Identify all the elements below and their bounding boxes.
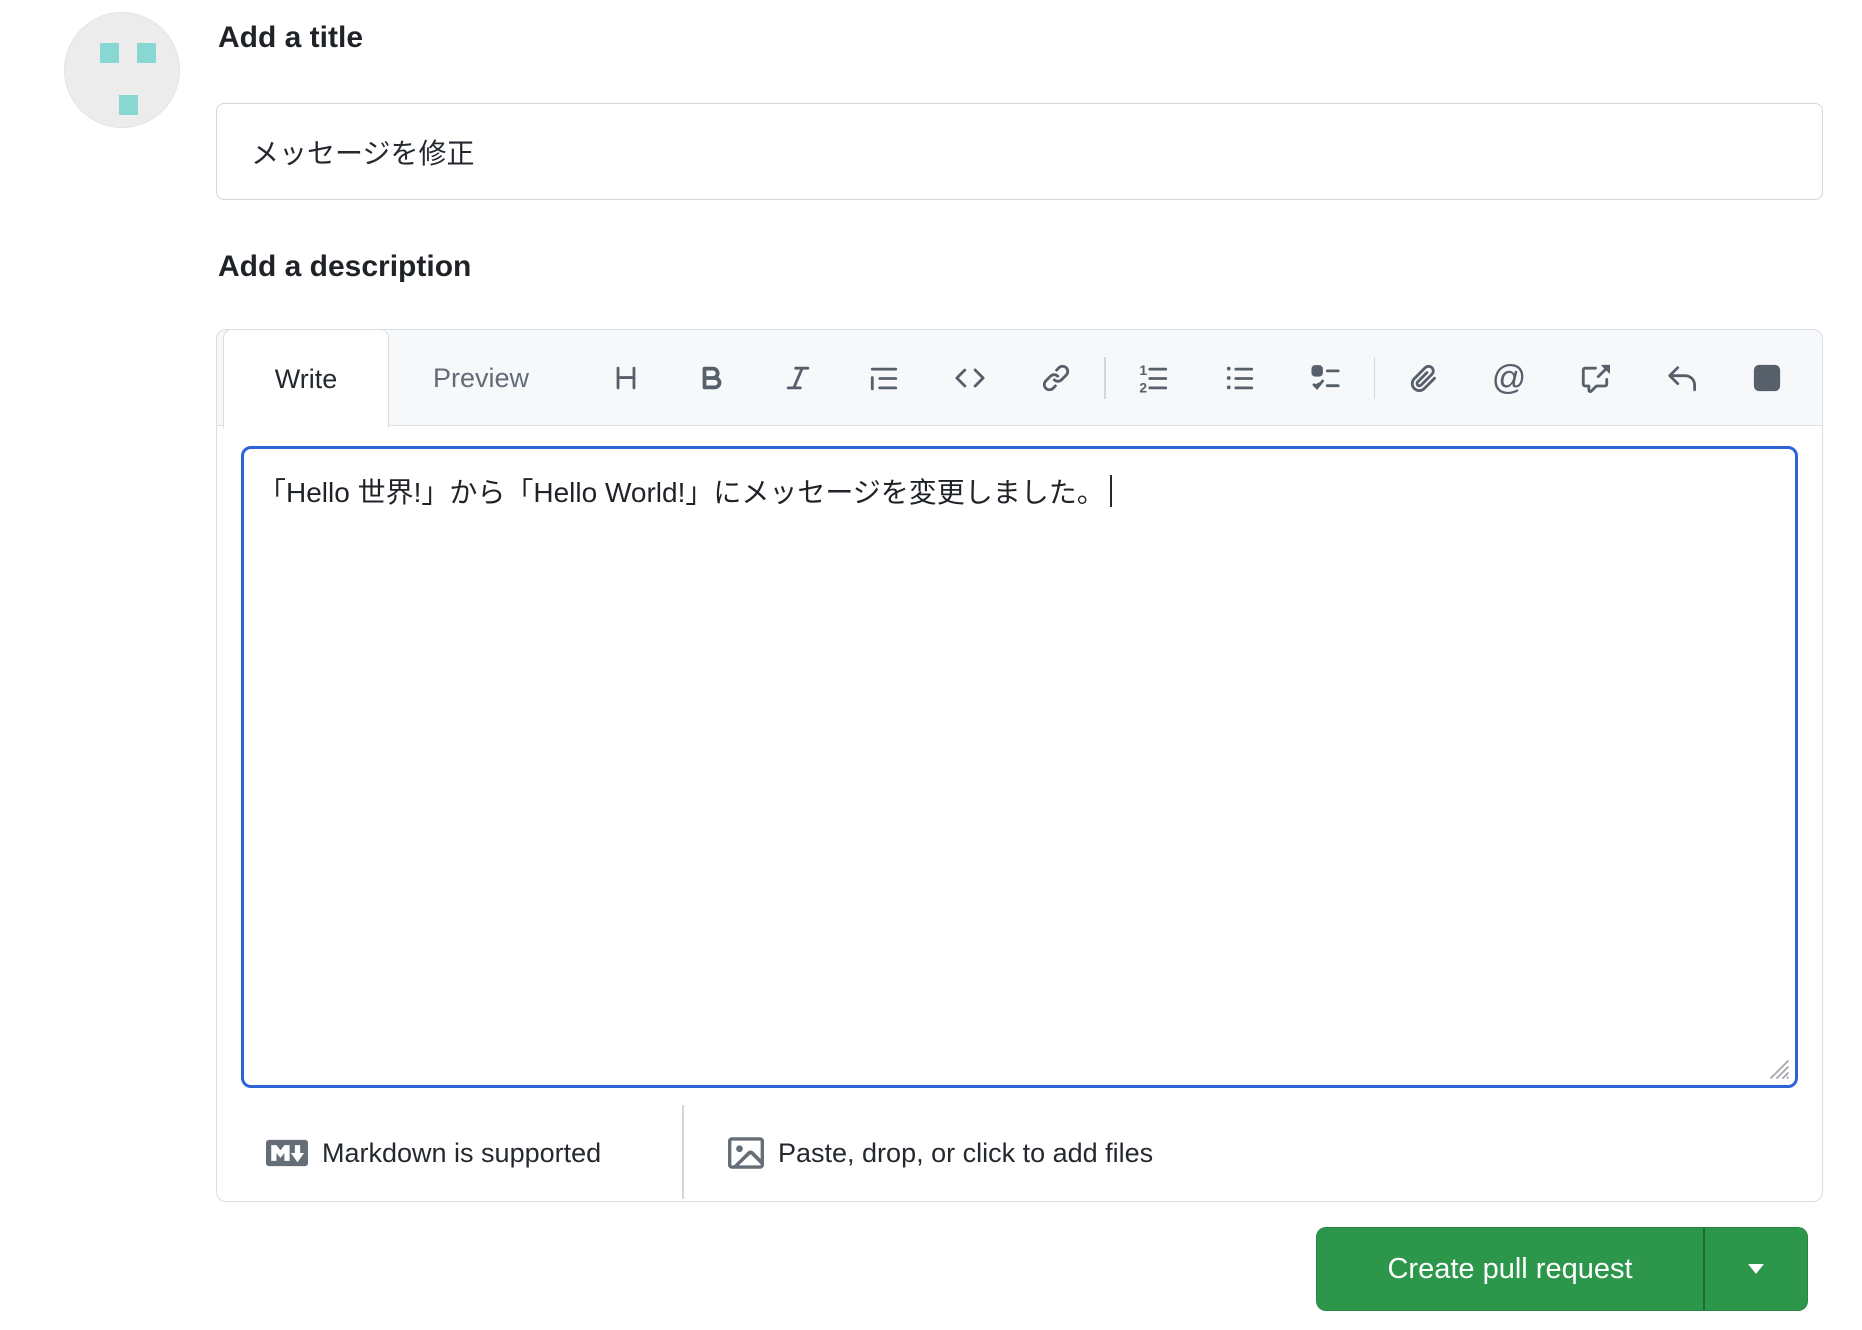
markdown-supported-link[interactable]: Markdown is supported [266,1109,601,1197]
quote-icon[interactable] [841,330,927,426]
code-icon[interactable] [927,330,1013,426]
link-icon[interactable] [1013,330,1099,426]
user-avatar-identicon [64,12,180,128]
svg-text:2: 2 [1139,379,1147,393]
description-editor: Write Preview 1 2 @ 「Hello 世界!」から「Hello … [216,329,1823,1202]
identicon-square [100,43,119,63]
resize-handle-icon[interactable] [1766,1056,1790,1080]
markdown-supported-label: Markdown is supported [322,1137,602,1168]
slash-command-icon[interactable] [1724,330,1810,426]
create-pull-request-label: Create pull request [1387,1252,1633,1285]
svg-text:1: 1 [1139,363,1147,378]
paperclip-icon[interactable] [1380,330,1466,426]
description-text: 「Hello 世界!」から「Hello World!」にメッセージを変更しました… [258,477,1105,508]
markdown-toolbar: 1 2 @ [583,330,1810,426]
pr-description-textarea[interactable]: 「Hello 世界!」から「Hello World!」にメッセージを変更しました… [241,446,1798,1088]
tab-preview-label: Preview [432,362,530,393]
heading-icon[interactable] [583,330,669,426]
identicon-square [137,43,156,63]
mention-icon[interactable]: @ [1466,330,1552,426]
identicon-square [119,95,138,115]
text-cursor [1109,475,1113,507]
create-pull-request-button[interactable]: Create pull request [1317,1228,1703,1310]
add-description-label: Add a description [218,250,472,283]
create-pull-request-dropdown[interactable] [1705,1228,1808,1310]
tasklist-icon[interactable] [1283,330,1369,426]
pr-title-input[interactable] [216,103,1823,200]
tab-write-label: Write [274,363,338,394]
cross-reference-icon[interactable] [1552,330,1638,426]
pull-request-form-page: Add a title Add a description Write Prev… [0,0,1862,1330]
add-title-label: Add a title [218,21,364,54]
editor-footer: Markdown is supported Paste, drop, or cl… [217,1105,1822,1199]
bold-icon[interactable] [669,330,755,426]
create-pull-request-split-button: Create pull request [1316,1227,1808,1311]
ordered-list-icon[interactable]: 1 2 [1111,330,1197,426]
italic-icon[interactable] [755,330,841,426]
tab-write[interactable]: Write [223,329,389,428]
attach-files-button[interactable]: Paste, drop, or click to add files [728,1109,1153,1197]
image-icon [728,1137,764,1169]
footer-divider [682,1105,684,1199]
attach-files-label: Paste, drop, or click to add files [778,1137,1154,1168]
toolbar-divider [1104,357,1106,399]
chevron-down-icon [1747,1264,1764,1274]
toolbar-divider [1373,357,1375,399]
editor-toolbar-header: Write Preview 1 2 @ [217,329,1822,428]
reply-icon[interactable] [1638,330,1724,426]
unordered-list-icon[interactable] [1197,330,1283,426]
tab-preview[interactable]: Preview [397,330,565,426]
markdown-icon [266,1139,308,1167]
